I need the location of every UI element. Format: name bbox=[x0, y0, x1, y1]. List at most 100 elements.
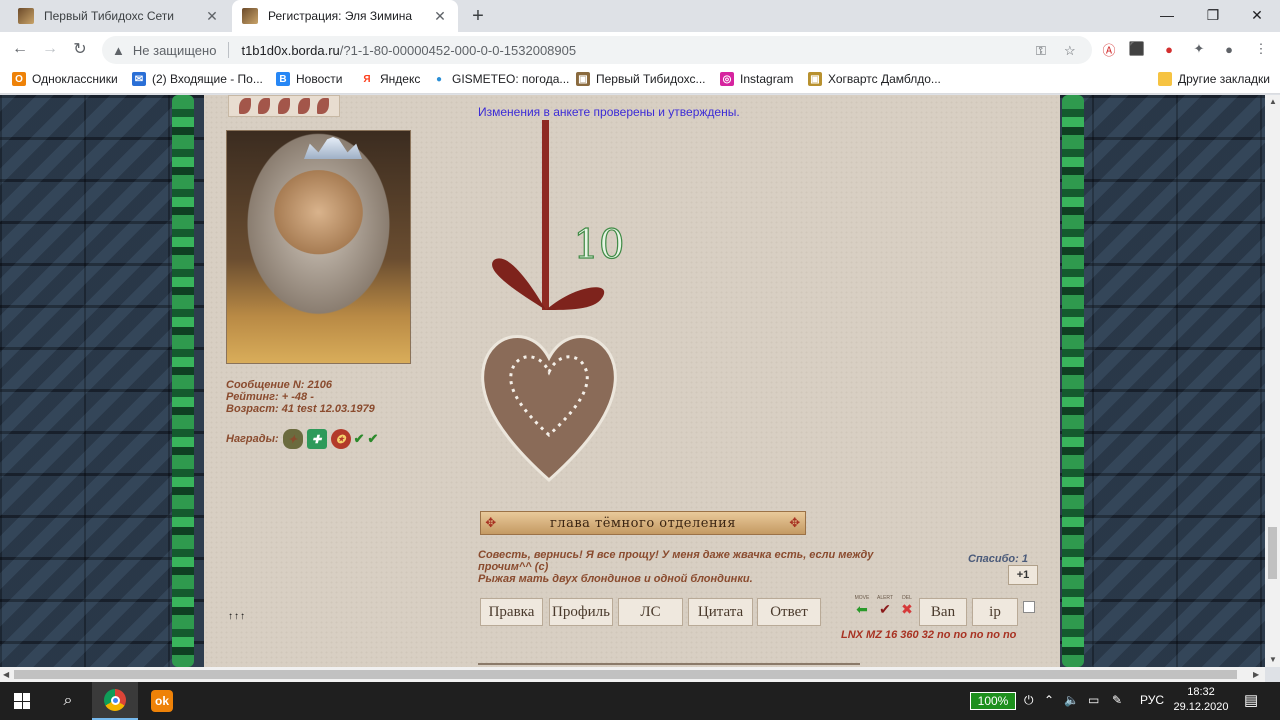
star-icon[interactable]: ☆ bbox=[1064, 43, 1076, 59]
bookmark-news[interactable]: В Новости bbox=[276, 72, 342, 86]
plus-one-button[interactable]: +1 bbox=[1008, 565, 1038, 585]
opera-extension-icon[interactable]: ● bbox=[1160, 40, 1178, 58]
select-post-checkbox[interactable] bbox=[1023, 601, 1035, 613]
close-icon[interactable]: ✕ bbox=[432, 8, 448, 24]
leaf-icon bbox=[317, 98, 330, 114]
back-button[interactable]: ← bbox=[8, 37, 32, 61]
pdf-extension-icon[interactable]: ⬛ bbox=[1128, 40, 1146, 58]
reload-button[interactable]: ↻ bbox=[68, 37, 92, 61]
signature-line: Совесть, вернись! Я все прощу! У меня да… bbox=[478, 549, 874, 561]
owl-award-icon[interactable]: ✦ bbox=[282, 429, 303, 449]
adblock-icon[interactable]: Ⓐ bbox=[1100, 40, 1118, 58]
vertical-scrollbar[interactable]: ▲ ▼ bbox=[1265, 95, 1280, 667]
quote-button[interactable]: Цитата bbox=[688, 598, 753, 626]
bookmark-label: (2) Входящие - По... bbox=[152, 72, 263, 86]
system-clock[interactable]: 18:32 29.12.2020 bbox=[1168, 685, 1234, 715]
scroll-top-arrows[interactable]: ↑↑↑ bbox=[228, 611, 246, 622]
ornament-corner-icon: ✥ bbox=[789, 515, 801, 531]
scroll-right-icon[interactable]: ▶ bbox=[1253, 670, 1259, 679]
security-label[interactable]: Не защищено bbox=[133, 43, 217, 58]
tab-first-tibidoks[interactable]: Первый Тибидохс Сети ✕ bbox=[8, 0, 230, 32]
horizontal-scrollbar[interactable]: ◀ ▶ bbox=[0, 667, 1265, 682]
close-window-button[interactable]: ✕ bbox=[1234, 0, 1280, 30]
profile-button[interactable]: Профиль bbox=[549, 598, 613, 626]
ribbon-bow-right bbox=[546, 287, 605, 310]
move-action[interactable]: MOVE ⬅ bbox=[851, 595, 873, 621]
medical-award-icon[interactable]: ✚ bbox=[306, 429, 327, 449]
chrome-icon bbox=[104, 689, 126, 711]
bookmark-instagram[interactable]: ◎ Instagram bbox=[720, 72, 793, 86]
maximize-button[interactable]: ❐ bbox=[1190, 0, 1236, 30]
ip-button[interactable]: ip bbox=[972, 598, 1018, 626]
signature-text: Совесть, вернись! Я все прощу! У меня да… bbox=[478, 549, 918, 585]
forward-button[interactable]: → bbox=[38, 37, 62, 61]
battery-indicator[interactable]: 100% bbox=[970, 692, 1016, 710]
tab-title: Регистрация: Эля Зимина bbox=[268, 9, 413, 23]
bookmark-other[interactable]: Другие закладки bbox=[1158, 72, 1270, 86]
signature-banner: ✥ глава тёмного отделения ✥ bbox=[480, 511, 806, 535]
network-icon[interactable]: ▭ bbox=[1088, 693, 1099, 707]
tiara-icon bbox=[304, 137, 362, 159]
minimize-button[interactable]: — bbox=[1144, 0, 1190, 30]
user-age: Возраст: 41 test 12.03.1979 bbox=[226, 403, 375, 415]
new-tab-button[interactable]: + bbox=[466, 4, 490, 28]
scrollbar-thumb[interactable] bbox=[14, 670, 1237, 679]
scrollbar-thumb[interactable] bbox=[1268, 527, 1277, 579]
post-status: Изменения в анкете проверены и утвержден… bbox=[478, 105, 740, 119]
yandex-icon: Я bbox=[360, 72, 374, 86]
bookmark-mail[interactable]: ✉ (2) Входящие - По... bbox=[132, 72, 263, 86]
bookmark-gismeteo[interactable]: ● GISMETEO: погода... bbox=[432, 72, 569, 86]
windows-taskbar: ⌕ ok 100% ⏻ ⌃ 🔈 ▭ ✎ РУС 18:32 29.12.2020… bbox=[0, 682, 1280, 720]
alert-action[interactable]: ALERT ✔ bbox=[874, 595, 896, 621]
url-host: t1b1d0x.borda.ru bbox=[241, 42, 340, 58]
crest-award-icon[interactable]: ✪ bbox=[330, 429, 351, 449]
instagram-icon: ◎ bbox=[720, 72, 734, 86]
signature-line: Рыжая мать двух блондинов и одной блонди… bbox=[478, 573, 753, 585]
close-icon: ✖ bbox=[901, 601, 913, 617]
bookmark-odnoklassniki[interactable]: О Одноклассники bbox=[12, 72, 118, 86]
odnoklassniki-taskbar-icon[interactable]: ok bbox=[140, 682, 184, 720]
puzzle-icon[interactable]: ✦ bbox=[1190, 40, 1208, 58]
hogwarts-icon: ▣ bbox=[808, 72, 822, 86]
check-icon: ✔ bbox=[353, 431, 365, 446]
stone-wall-left bbox=[0, 95, 190, 667]
bookmark-hogwarts[interactable]: ▣ Хогвартс Дамблдо... bbox=[808, 72, 941, 86]
language-indicator[interactable]: РУС bbox=[1140, 693, 1164, 707]
folder-icon bbox=[1158, 72, 1172, 86]
post-content: Сообщение N: 2106 Рейтинг: + -48 - Возра… bbox=[204, 95, 1060, 667]
reply-button[interactable]: Ответ bbox=[757, 598, 821, 626]
pen-icon[interactable]: ✎ bbox=[1112, 693, 1122, 707]
check-icon: ✔ bbox=[879, 601, 891, 617]
scroll-down-icon[interactable]: ▼ bbox=[1269, 655, 1277, 664]
avatar[interactable] bbox=[226, 130, 411, 364]
chrome-taskbar-icon[interactable] bbox=[92, 682, 138, 720]
leaf-icon bbox=[297, 98, 310, 114]
odnoklassniki-icon: О bbox=[12, 72, 26, 86]
arrow-left-icon: ⬅ bbox=[856, 601, 868, 617]
search-icon[interactable]: ⌕ bbox=[46, 682, 90, 720]
power-icon[interactable]: ⏻ bbox=[1024, 693, 1034, 708]
profile-icon[interactable]: ● bbox=[1220, 40, 1238, 58]
bookmark-label: Яндекс bbox=[380, 72, 421, 86]
edit-button[interactable]: Правка bbox=[480, 598, 543, 626]
tab-registration[interactable]: Регистрация: Эля Зимина ✕ bbox=[232, 0, 458, 32]
close-icon[interactable]: ✕ bbox=[204, 8, 220, 24]
pm-button[interactable]: ЛС bbox=[618, 598, 683, 626]
bookmark-tibidoks[interactable]: ▣ Первый Тибидохс... bbox=[576, 72, 706, 86]
ornament-number: 10 bbox=[574, 222, 624, 268]
menu-icon[interactable]: ⋮ bbox=[1252, 40, 1270, 58]
chevron-up-icon[interactable]: ⌃ bbox=[1044, 693, 1054, 707]
address-bar[interactable]: ▲ Не защищено t1b1d0x.borda.ru/?1-1-80-0… bbox=[102, 36, 1092, 64]
bookmark-yandex[interactable]: Я Яндекс bbox=[360, 72, 420, 86]
scroll-up-icon[interactable]: ▲ bbox=[1269, 97, 1277, 106]
scroll-left-icon[interactable]: ◀ bbox=[3, 670, 9, 679]
ban-button[interactable]: Ban bbox=[919, 598, 967, 626]
thanks-count: Спасибо: 1 bbox=[968, 553, 1028, 565]
volume-icon[interactable]: 🔈 bbox=[1064, 693, 1079, 707]
start-button[interactable] bbox=[0, 682, 44, 720]
delete-action[interactable]: DEL ✖ bbox=[896, 595, 918, 621]
key-icon[interactable]: ⚿ bbox=[1036, 43, 1046, 59]
bookmark-label: Первый Тибидохс... bbox=[596, 72, 706, 86]
warning-icon[interactable]: ▲ bbox=[112, 43, 125, 58]
notifications-icon[interactable]: ▤ bbox=[1244, 691, 1258, 709]
